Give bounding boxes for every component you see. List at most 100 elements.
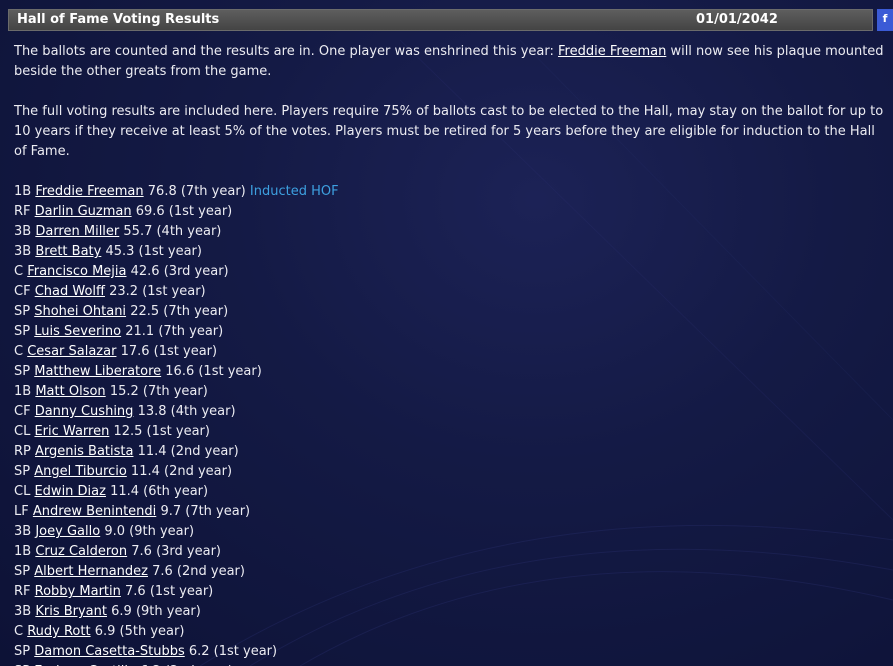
player-position: C <box>14 264 24 279</box>
list-item: C Cesar Salazar 17.6 (1st year) <box>14 342 890 362</box>
vote-detail: 21.1 (7th year) <box>125 324 224 339</box>
facebook-icon[interactable]: f <box>877 9 893 31</box>
vote-detail: 15.2 (7th year) <box>109 384 208 399</box>
page-title: Hall of Fame Voting Results <box>17 12 220 27</box>
player-link[interactable]: Albert Hernandez <box>34 564 148 579</box>
player-position: LF <box>14 504 29 519</box>
results-list: 1B Freddie Freeman 76.8 (7th year) Induc… <box>14 182 890 666</box>
list-item: CF Danny Cushing 13.8 (4th year) <box>14 402 890 422</box>
list-item: 1B Cruz Calderon 7.6 (3rd year) <box>14 542 890 562</box>
player-position: 1B <box>14 184 32 199</box>
player-position: RF <box>14 584 31 599</box>
window-title-bar: Hall of Fame Voting Results 01/01/2042 <box>8 9 873 31</box>
vote-detail: 9.7 (7th year) <box>160 504 251 519</box>
player-position: 1B <box>14 384 32 399</box>
vote-detail: 9.0 (9th year) <box>104 524 195 539</box>
player-link[interactable]: Angel Tiburcio <box>34 464 127 479</box>
vote-detail: 7.6 (3rd year) <box>131 544 221 559</box>
vote-detail: 22.5 (7th year) <box>130 304 229 319</box>
list-item: 1B Freddie Freeman 76.8 (7th year) Induc… <box>14 182 890 202</box>
player-link[interactable]: Joey Gallo <box>35 524 100 539</box>
list-item: SP Angel Tiburcio 11.4 (2nd year) <box>14 462 890 482</box>
list-item: RF Robby Martin 7.6 (1st year) <box>14 582 890 602</box>
player-link[interactable]: Luis Severino <box>34 324 121 339</box>
player-position: C <box>14 344 24 359</box>
list-item: RP Argenis Batista 11.4 (2nd year) <box>14 442 890 462</box>
vote-detail: 13.8 (4th year) <box>137 404 236 419</box>
player-link[interactable]: Cruz Calderon <box>35 544 127 559</box>
player-position: CF <box>14 284 31 299</box>
player-link[interactable]: Matthew Liberatore <box>34 364 161 379</box>
list-item: 3B Darren Miller 55.7 (4th year) <box>14 222 890 242</box>
player-link[interactable]: Danny Cushing <box>35 404 134 419</box>
vote-detail: 17.6 (1st year) <box>120 344 218 359</box>
vote-detail: 42.6 (3rd year) <box>130 264 229 279</box>
list-item: CF Chad Wolff 23.2 (1st year) <box>14 282 890 302</box>
list-item: 1B Matt Olson 15.2 (7th year) <box>14 382 890 402</box>
intro-text-start: The ballots are counted and the results … <box>14 44 559 59</box>
player-link[interactable]: Cesar Salazar <box>27 344 116 359</box>
inductee-link[interactable]: Freddie Freeman <box>558 44 666 59</box>
vote-detail: 11.4 (2nd year) <box>130 464 233 479</box>
list-item: SP Luis Severino 21.1 (7th year) <box>14 322 890 342</box>
vote-detail: 23.2 (1st year) <box>109 284 206 299</box>
player-position: 1B <box>14 544 32 559</box>
game-date: 01/01/2042 <box>696 12 778 27</box>
list-item: SP Damon Casetta-Stubbs 6.2 (1st year) <box>14 642 890 662</box>
list-item: RF Darlin Guzman 69.6 (1st year) <box>14 202 890 222</box>
rules-paragraph: The full voting results are included her… <box>14 104 884 159</box>
player-link[interactable]: Kris Bryant <box>35 604 107 619</box>
list-item: SP Shohei Ohtani 22.5 (7th year) <box>14 302 890 322</box>
player-position: SP <box>14 644 31 659</box>
player-position: 3B <box>14 224 32 239</box>
vote-detail: 6.9 (5th year) <box>94 624 185 639</box>
player-link[interactable]: Darlin Guzman <box>35 204 132 219</box>
list-item: C Francisco Mejia 42.6 (3rd year) <box>14 262 890 282</box>
results-content: The ballots are counted and the results … <box>14 42 890 666</box>
player-position: SP <box>14 464 31 479</box>
player-link[interactable]: Rudy Rott <box>27 624 90 639</box>
player-position: RP <box>14 444 31 459</box>
player-position: 3B <box>14 244 32 259</box>
list-item: C Rudy Rott 6.9 (5th year) <box>14 622 890 642</box>
vote-detail: 6.2 (1st year) <box>188 644 278 659</box>
player-link[interactable]: Chad Wolff <box>35 284 105 299</box>
player-position: 3B <box>14 604 32 619</box>
player-link[interactable]: Darren Miller <box>35 224 119 239</box>
vote-detail: 12.5 (1st year) <box>113 424 210 439</box>
player-link[interactable]: Robby Martin <box>35 584 121 599</box>
player-position: 3B <box>14 524 32 539</box>
vote-detail: 69.6 (1st year) <box>135 204 233 219</box>
list-item: CL Eric Warren 12.5 (1st year) <box>14 422 890 442</box>
list-item: SP Albert Hernandez 7.6 (2nd year) <box>14 562 890 582</box>
vote-detail: 6.9 (9th year) <box>111 604 201 619</box>
list-item: 3B Joey Gallo 9.0 (9th year) <box>14 522 890 542</box>
player-link[interactable]: Francisco Mejia <box>27 264 126 279</box>
list-item: 3B Kris Bryant 6.9 (9th year) <box>14 602 890 622</box>
player-link[interactable]: Matt Olson <box>35 384 105 399</box>
player-link[interactable]: Shohei Ohtani <box>34 304 126 319</box>
player-link[interactable]: Brett Baty <box>35 244 101 259</box>
intro-paragraph: The ballots are counted and the results … <box>14 42 890 82</box>
list-item: CL Edwin Diaz 11.4 (6th year) <box>14 482 890 502</box>
player-position: CL <box>14 424 31 439</box>
vote-detail: 7.6 (2nd year) <box>152 564 245 579</box>
player-position: CL <box>14 484 31 499</box>
player-link[interactable]: Argenis Batista <box>35 444 133 459</box>
vote-detail: 76.8 (7th year) <box>147 184 246 199</box>
list-item: SP Enrique Castillo 6.2 (2nd year) <box>14 662 890 666</box>
player-link[interactable]: Damon Casetta-Stubbs <box>34 644 185 659</box>
player-link[interactable]: Eric Warren <box>34 424 109 439</box>
vote-detail: 11.4 (6th year) <box>110 484 209 499</box>
player-link[interactable]: Andrew Benintendi <box>33 504 156 519</box>
vote-detail: 45.3 (1st year) <box>105 244 202 259</box>
player-position: SP <box>14 564 31 579</box>
vote-detail: 11.4 (2nd year) <box>137 444 239 459</box>
vote-detail: 16.6 (1st year) <box>165 364 262 379</box>
player-link[interactable]: Edwin Diaz <box>34 484 106 499</box>
list-item: SP Matthew Liberatore 16.6 (1st year) <box>14 362 890 382</box>
vote-detail: 7.6 (1st year) <box>125 584 214 599</box>
player-link[interactable]: Freddie Freeman <box>35 184 143 199</box>
inducted-badge: Inducted HOF <box>249 184 339 199</box>
player-position: C <box>14 624 24 639</box>
